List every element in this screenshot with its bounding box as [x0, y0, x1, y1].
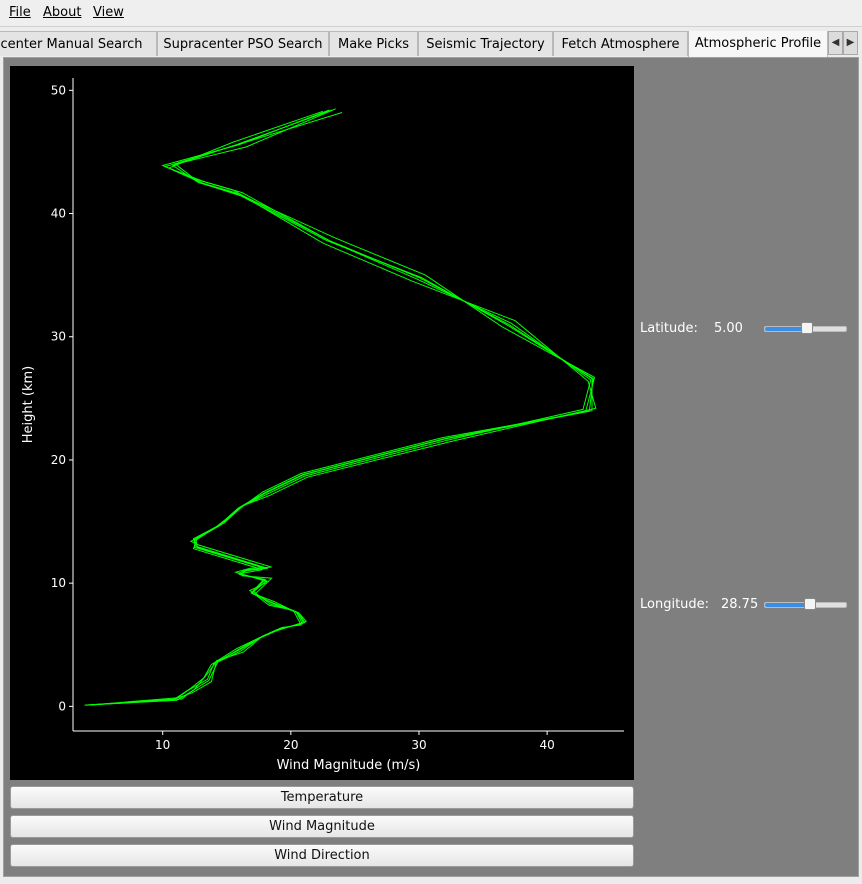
- wind-profile-plot[interactable]: 10 20 30 40 0 10 20 30 40 50 Wind Magnitude (m/s…: [10, 66, 634, 780]
- wind-profile-line-3: [84, 110, 596, 706]
- temperature-button[interactable]: Temperature: [10, 786, 634, 809]
- tab-scroll-right-button[interactable]: ▶: [843, 31, 858, 55]
- application-window: File About View Supracenter Manual Searc…: [0, 0, 862, 884]
- y-tick-label: 40: [51, 207, 66, 221]
- tab-label: Atmospheric Profile: [694, 36, 822, 51]
- tab-scroll-left-button[interactable]: ◀: [828, 31, 843, 55]
- tab-label: Fetch Atmosphere: [561, 37, 680, 52]
- tab-fetch-atmosphere[interactable]: Fetch Atmosphere: [553, 31, 688, 56]
- y-tick-label: 20: [51, 453, 66, 467]
- x-axis-label: Wind Magnitude (m/s): [277, 758, 421, 773]
- triangle-left-icon: ◀: [831, 37, 840, 48]
- y-tick-label: 30: [51, 330, 66, 344]
- wind-profile-line-4: [87, 112, 592, 706]
- longitude-label: Longitude:: [640, 597, 710, 612]
- series-group: [84, 108, 597, 706]
- longitude-slider[interactable]: [764, 598, 847, 610]
- latitude-slider-handle[interactable]: [801, 322, 814, 334]
- x-tick-label: 20: [283, 738, 298, 752]
- tab-label: Seismic Trajectory: [426, 37, 545, 52]
- latitude-label: Latitude:: [640, 321, 698, 336]
- latitude-value: 5.00: [714, 321, 743, 336]
- latitude-slider[interactable]: [764, 322, 847, 334]
- tab-label: Supracenter PSO Search: [163, 37, 323, 52]
- x-tick-label: 10: [155, 738, 170, 752]
- y-tick-label: 50: [51, 83, 66, 97]
- wind-profile-line-1: [85, 109, 593, 706]
- x-tick-label: 40: [539, 738, 554, 752]
- menu-bar: File About View: [0, 0, 862, 27]
- tab-bar: Supracenter Manual Search Supracenter PS…: [0, 31, 862, 57]
- wind-profile-line-2: [88, 108, 597, 706]
- tab-label: Supracenter Manual Search: [0, 37, 143, 52]
- x-tick-label: 30: [411, 738, 426, 752]
- longitude-value: 28.75: [721, 597, 759, 612]
- menu-view[interactable]: View: [93, 5, 124, 20]
- tab-supracenter-manual-search[interactable]: Supracenter Manual Search: [0, 31, 157, 56]
- menu-file[interactable]: File: [9, 5, 31, 20]
- wind-magnitude-button[interactable]: Wind Magnitude: [10, 815, 634, 838]
- x-ticks: 10 20 30 40: [155, 731, 555, 752]
- wind-direction-button[interactable]: Wind Direction: [10, 844, 634, 867]
- tab-atmospheric-profile[interactable]: Atmospheric Profile: [688, 31, 828, 57]
- wind-profile-line-5: [85, 109, 594, 706]
- tab-label: Make Picks: [338, 37, 409, 52]
- y-tick-label: 0: [58, 699, 66, 713]
- y-ticks: 0 10 20 30 40 50: [51, 83, 73, 713]
- chart-svg: 10 20 30 40 0 10 20 30 40 50 Wind Magnitude (m/s…: [21, 78, 624, 773]
- tab-supracenter-pso-search[interactable]: Supracenter PSO Search: [157, 31, 329, 56]
- menu-about[interactable]: About: [43, 5, 81, 20]
- tab-make-picks[interactable]: Make Picks: [329, 31, 418, 56]
- longitude-slider-handle[interactable]: [804, 598, 817, 610]
- y-axis-label: Height (km): [21, 366, 36, 443]
- y-tick-label: 10: [51, 576, 66, 590]
- triangle-right-icon: ▶: [846, 37, 855, 48]
- tab-seismic-trajectory[interactable]: Seismic Trajectory: [418, 31, 553, 56]
